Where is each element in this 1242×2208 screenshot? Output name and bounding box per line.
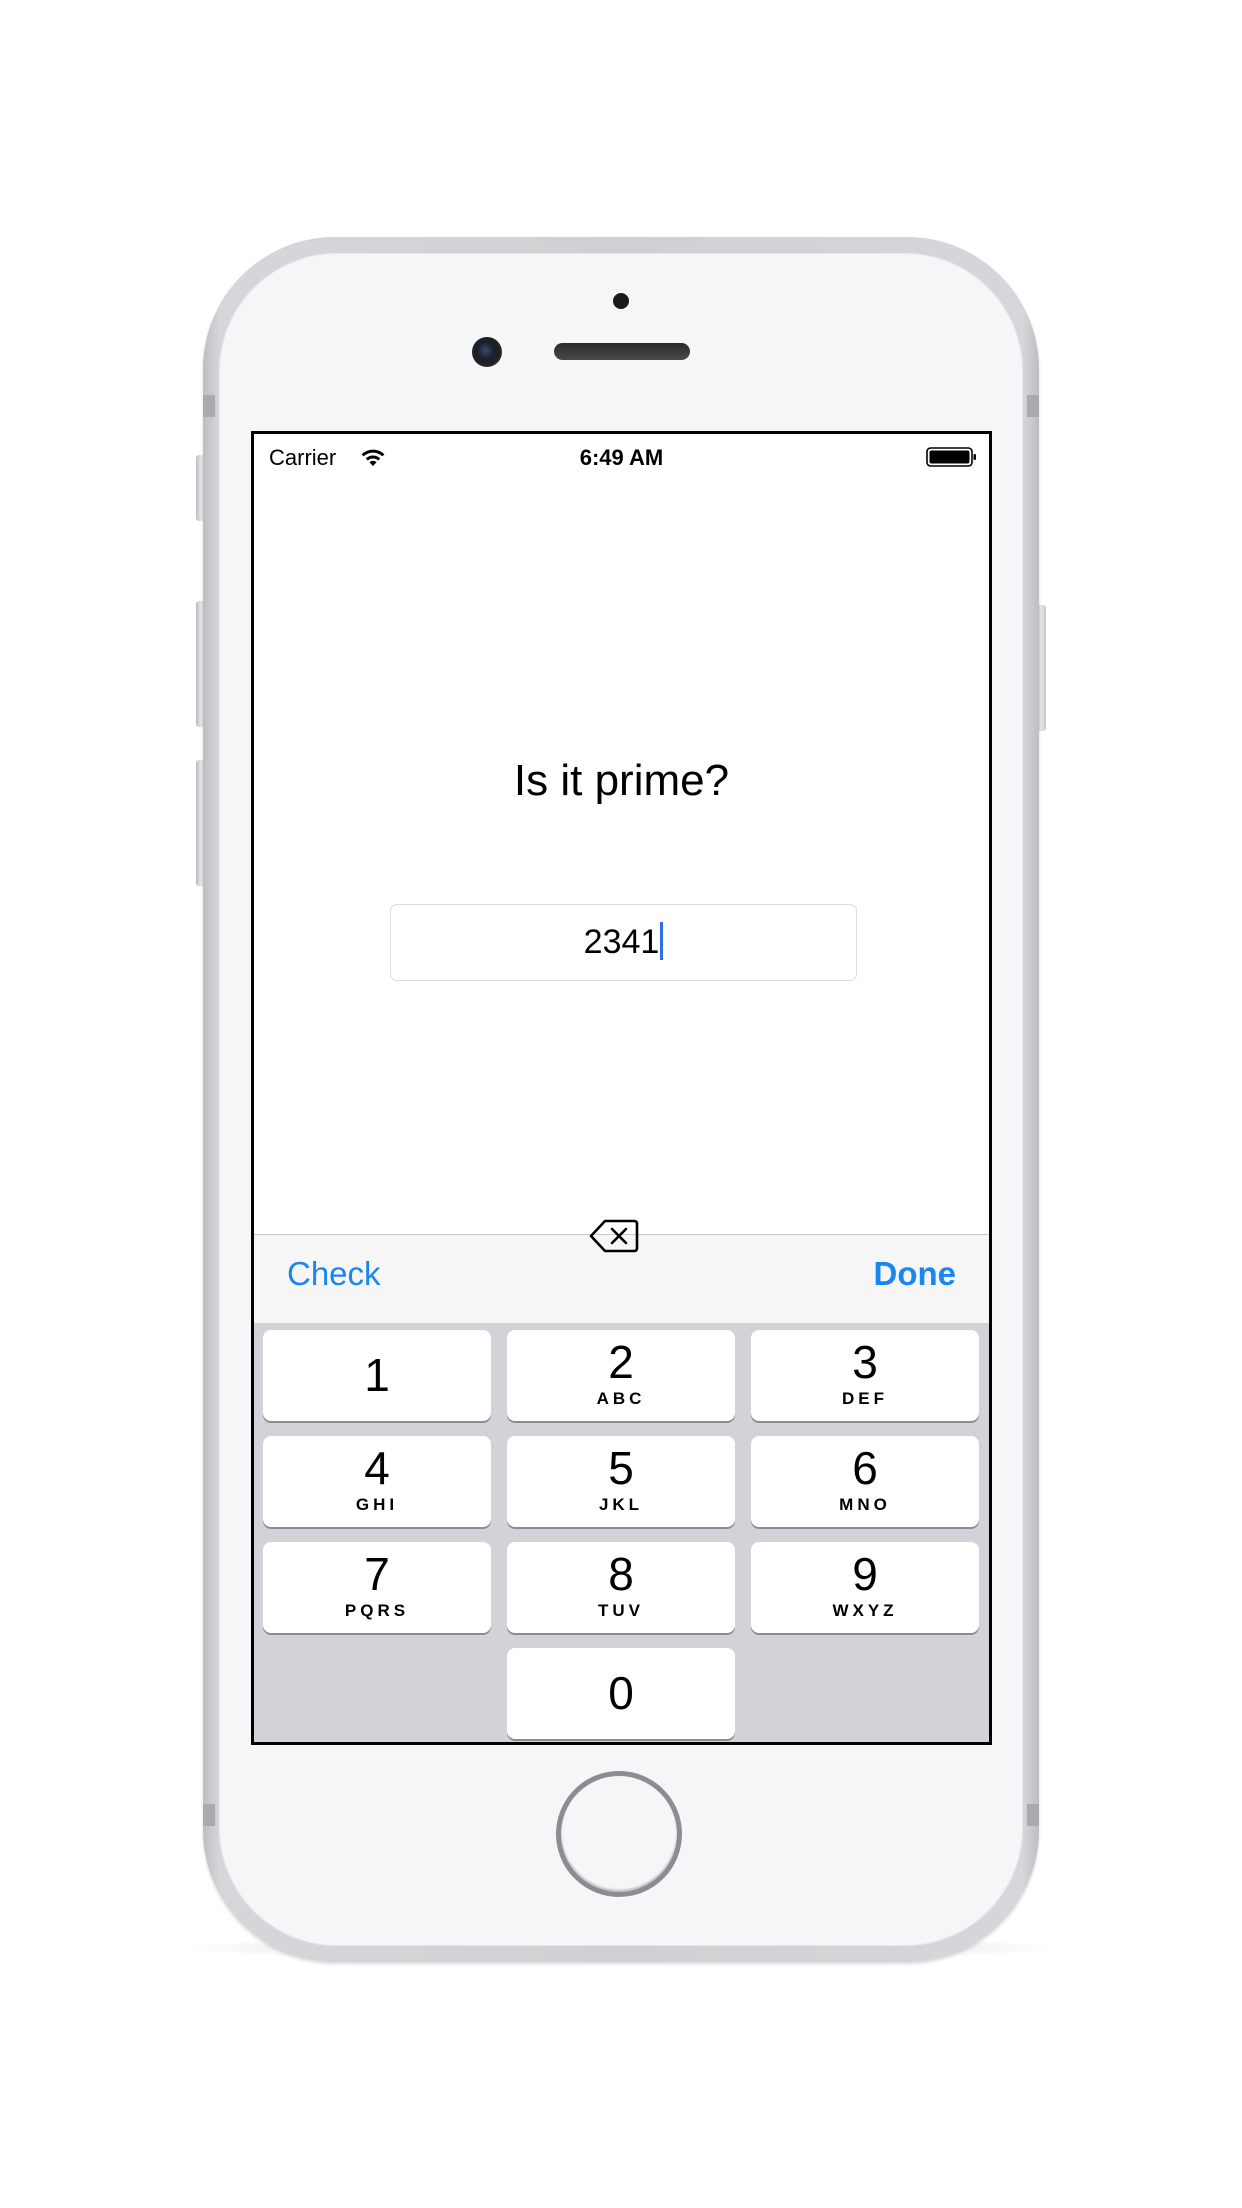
check-button[interactable]: Check [287,1255,381,1293]
screen: Carrier 6:49 AM Is it prime? 2341 Check … [251,431,992,1745]
antenna-line [203,1804,215,1826]
key-letters: DEF [842,1389,888,1408]
key-6[interactable]: 6 MNO [751,1436,979,1527]
key-digit: 1 [364,1349,390,1401]
earpiece-speaker [554,343,690,360]
antenna-line [1027,1804,1039,1826]
key-letters: MNO [839,1495,891,1514]
key-8[interactable]: 8 TUV [507,1542,735,1633]
key-digit: 9 [852,1548,878,1600]
key-digit: 7 [364,1548,390,1600]
key-digit: 6 [852,1442,878,1494]
number-keypad: 1 2 ABC 3 DEF 4 GHI 5 JKL 6 MNO 7 PQRS 8… [254,1323,989,1742]
number-input-value: 2341 [583,923,660,961]
key-9[interactable]: 9 WXYZ [751,1542,979,1633]
key-letters: ABC [596,1389,646,1408]
device-stage: Carrier 6:49 AM Is it prime? 2341 Check … [0,0,1242,2208]
key-digit: 8 [608,1548,634,1600]
page-title: Is it prime? [513,756,730,805]
key-2[interactable]: 2 ABC [507,1330,735,1421]
text-cursor [660,922,664,960]
key-3[interactable]: 3 DEF [751,1330,979,1421]
key-letters: PQRS [344,1601,410,1620]
key-5[interactable]: 5 JKL [507,1436,735,1527]
battery-full-icon [926,447,976,467]
proximity-sensor [613,293,629,309]
antenna-line [1027,395,1039,417]
number-input[interactable]: 2341 [390,904,857,981]
front-camera [472,337,502,367]
done-button[interactable]: Done [874,1255,957,1293]
backspace-icon[interactable] [588,1216,640,1256]
status-bar: Carrier 6:49 AM [254,434,989,470]
key-letters: WXYZ [832,1601,898,1620]
key-digit: 4 [364,1442,390,1494]
key-1[interactable]: 1 [263,1330,491,1421]
key-0[interactable]: 0 [507,1648,735,1739]
key-digit: 0 [608,1667,634,1719]
key-digit: 3 [852,1336,878,1388]
key-digit: 2 [608,1336,634,1388]
key-7[interactable]: 7 PQRS [263,1542,491,1633]
status-time: 6:49 AM [579,445,664,470]
key-letters: TUV [598,1601,644,1620]
key-letters: JKL [598,1495,644,1514]
antenna-line [203,395,215,417]
key-4[interactable]: 4 GHI [263,1436,491,1527]
key-digit: 5 [608,1442,634,1494]
key-letters: GHI [355,1495,399,1514]
home-button[interactable] [556,1771,682,1897]
